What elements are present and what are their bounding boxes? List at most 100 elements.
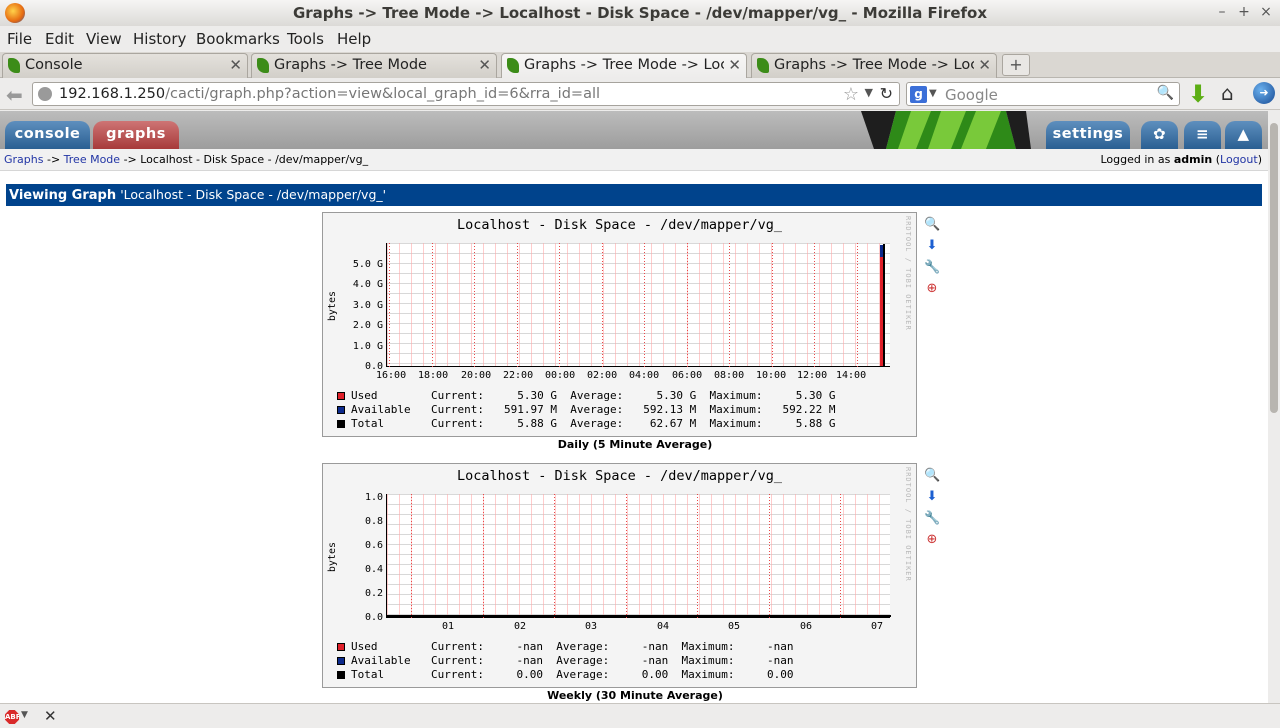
google-engine-icon[interactable]: g xyxy=(910,86,927,103)
zoom-icon[interactable]: 🔍 xyxy=(924,217,940,233)
bookmark-star-icon[interactable]: ☆ xyxy=(843,84,859,105)
properties-icon[interactable]: 🔧 xyxy=(924,260,940,276)
scrollbar-thumb[interactable] xyxy=(1270,123,1278,413)
menu-bookmarks[interactable]: Bookmarks xyxy=(196,30,280,48)
breadcrumb-graphs[interactable]: Graphs xyxy=(4,153,43,166)
legend-row-available: Available Current: 591.97 M Average: 592.13… xyxy=(337,403,836,416)
menu-tools[interactable]: Tools xyxy=(287,30,324,48)
x-tick: 14:00 xyxy=(836,370,867,381)
login-prefix: Logged in as xyxy=(1100,153,1171,166)
adblock-plus-icon[interactable]: ABP xyxy=(5,710,19,724)
x-tick: 06 xyxy=(800,621,813,632)
legend-row-used: Used Current: 5.30 G Average: 5.30 G Maximu… xyxy=(337,389,836,402)
grid-major-line xyxy=(697,494,698,618)
properties-icon[interactable]: 🔧 xyxy=(924,511,940,527)
menu-view[interactable]: View xyxy=(86,30,122,48)
legend-label: Current: xyxy=(431,654,484,667)
zoom-icon[interactable]: 🔍 xyxy=(924,468,940,484)
legend-value: 0.00 xyxy=(516,668,544,681)
timespan-icon[interactable]: ⊕ xyxy=(924,281,940,297)
legend-value: -nan xyxy=(516,640,544,653)
home-icon[interactable]: ⌂ xyxy=(1221,81,1234,105)
url-text: 192.168.1.250/cacti/graph.php?action=vie… xyxy=(59,86,600,102)
tree-view-icon[interactable]: ✿ xyxy=(1141,121,1178,149)
y-tick: 0.4 xyxy=(364,564,383,575)
breadcrumb-sep: -> xyxy=(123,153,137,166)
graph-weekly[interactable]: Localhost - Disk Space - /dev/mapper/vg_… xyxy=(322,463,917,688)
legend-label: Maximum: xyxy=(709,403,763,416)
tab-console[interactable]: Console ✕ xyxy=(2,53,248,78)
search-box[interactable]: g ▼ Google 🔍 xyxy=(906,82,1180,106)
x-tick: 05 xyxy=(728,621,741,632)
engine-dropdown-icon[interactable]: ▼ xyxy=(929,88,937,99)
legend-value: 5.88 G xyxy=(795,417,836,430)
legend-label: Current: xyxy=(431,640,484,653)
tab-close-icon[interactable]: ✕ xyxy=(229,56,242,74)
close-addon-bar-icon[interactable]: ✕ xyxy=(44,707,57,725)
x-tick: 02:00 xyxy=(587,370,618,381)
menu-help[interactable]: Help xyxy=(337,30,371,48)
preview-icon[interactable]: ▲ xyxy=(1225,121,1262,149)
legend-value: -nan xyxy=(767,654,794,667)
tab-close-icon[interactable]: ✕ xyxy=(728,56,741,74)
grid-major-line xyxy=(772,243,773,367)
list-view-icon[interactable]: ≡ xyxy=(1184,121,1221,149)
legend-row-total: Total Current: 0.00 Average: 0.00 Maximum: 0… xyxy=(337,668,794,681)
tab-graph-active[interactable]: Graphs -> Tree Mode -> Loca... ✕ xyxy=(501,53,747,78)
legend-label: Current: xyxy=(431,417,484,430)
menu-history[interactable]: History xyxy=(133,30,186,48)
legend-value: 592.13 M xyxy=(643,403,697,416)
viewing-label: Viewing Graph xyxy=(9,188,117,203)
viewing-graph-header: Viewing Graph 'Localhost - Disk Space - … xyxy=(6,184,1262,206)
x-tick: 04:00 xyxy=(629,370,660,381)
tab-tree-mode[interactable]: Graphs -> Tree Mode ✕ xyxy=(251,53,497,78)
url-dropdown-icon[interactable]: ▼ xyxy=(865,86,873,99)
legend-label: Average: xyxy=(556,668,610,681)
minimize-icon[interactable]: – xyxy=(1214,4,1230,20)
legend-value: -nan xyxy=(767,640,794,653)
ubuntu-menu-icon[interactable]: ➜ xyxy=(1253,82,1275,104)
tab-close-icon[interactable]: ✕ xyxy=(978,56,991,74)
menu-file[interactable]: File xyxy=(7,30,32,48)
graph-daily[interactable]: Localhost - Disk Space - /dev/mapper/vg_… xyxy=(322,212,917,437)
tab-close-icon[interactable]: ✕ xyxy=(478,56,491,74)
tab-settings-cacti[interactable]: settings xyxy=(1046,121,1130,149)
download-icon[interactable]: ⬇ xyxy=(1188,80,1208,108)
tab-graphs-cacti[interactable]: graphs xyxy=(93,121,179,149)
tab-graph[interactable]: Graphs -> Tree Mode -> Loca... ✕ xyxy=(751,53,997,78)
legend-value: 5.30 G xyxy=(517,389,557,402)
viewing-graph-name: 'Localhost - Disk Space - /dev/mapper/vg… xyxy=(120,187,387,202)
y-tick: 2.0 G xyxy=(352,320,383,331)
adblock-dropdown-icon[interactable]: ▼ xyxy=(21,710,28,720)
legend-row-used: Used Current: -nan Average: -nan Maximum: -n… xyxy=(337,640,794,653)
close-window-icon[interactable]: × xyxy=(1258,4,1274,20)
logout-link[interactable]: Logout xyxy=(1220,153,1258,166)
back-arrow-icon[interactable]: ⬅ xyxy=(6,83,23,107)
maximize-icon[interactable]: + xyxy=(1236,4,1252,20)
vertical-scrollbar[interactable] xyxy=(1268,111,1280,703)
x-tick: 18:00 xyxy=(418,370,449,381)
search-icon[interactable]: 🔍 xyxy=(1157,85,1174,101)
breadcrumb-tree-mode[interactable]: Tree Mode xyxy=(64,153,120,166)
menu-edit[interactable]: Edit xyxy=(45,30,74,48)
legend-label: Current: xyxy=(431,389,484,402)
site-identity-icon[interactable] xyxy=(38,87,52,101)
grid-major-line xyxy=(474,243,475,367)
url-bar[interactable]: 192.168.1.250/cacti/graph.php?action=vie… xyxy=(32,82,900,106)
reload-icon[interactable]: ↻ xyxy=(880,84,893,103)
legend-value: 0.00 xyxy=(767,668,794,681)
csv-export-icon[interactable]: ⬇ xyxy=(924,238,940,254)
new-tab-button[interactable]: + xyxy=(1002,54,1030,76)
swatch-used xyxy=(337,643,345,651)
x-tick: 02 xyxy=(514,621,527,632)
x-tick: 00:00 xyxy=(545,370,576,381)
legend-label: Maximum: xyxy=(709,389,763,402)
graph-title: Localhost - Disk Space - /dev/mapper/vg_ xyxy=(456,217,783,233)
search-placeholder: Google xyxy=(945,86,998,104)
legend-label: Current: xyxy=(431,403,484,416)
x-tick: 01 xyxy=(442,621,455,632)
timespan-icon[interactable]: ⊕ xyxy=(924,532,940,548)
grid-major-line xyxy=(840,494,841,618)
tab-console-cacti[interactable]: console xyxy=(5,121,90,149)
csv-export-icon[interactable]: ⬇ xyxy=(924,489,940,505)
